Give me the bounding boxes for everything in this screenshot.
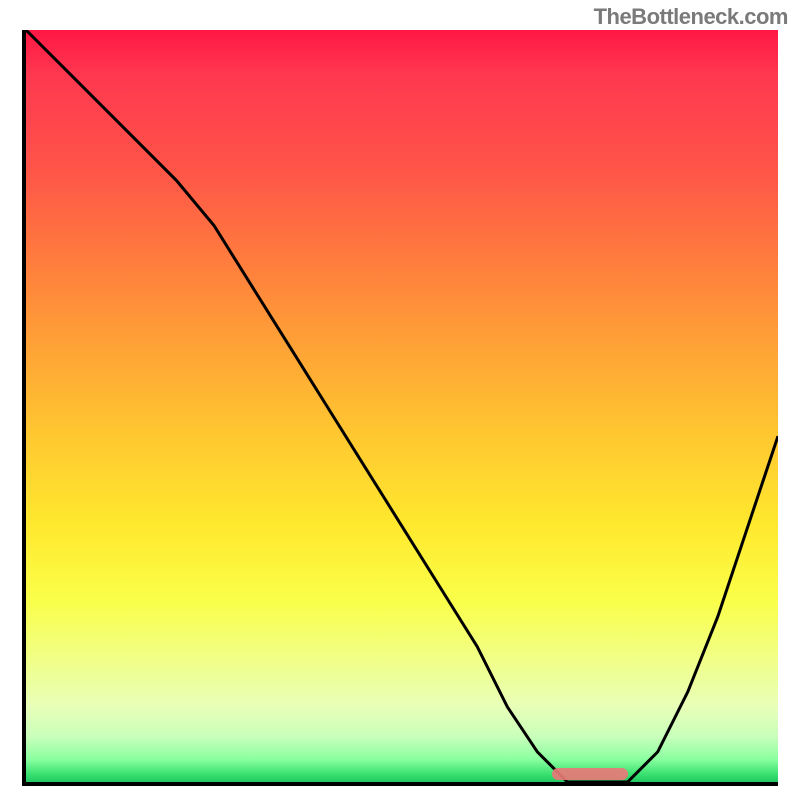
chart-gradient-background bbox=[26, 30, 778, 782]
watermark-text: TheBottleneck.com bbox=[594, 4, 788, 30]
optimal-range-marker bbox=[552, 768, 627, 780]
chart-plot-area bbox=[22, 30, 778, 786]
